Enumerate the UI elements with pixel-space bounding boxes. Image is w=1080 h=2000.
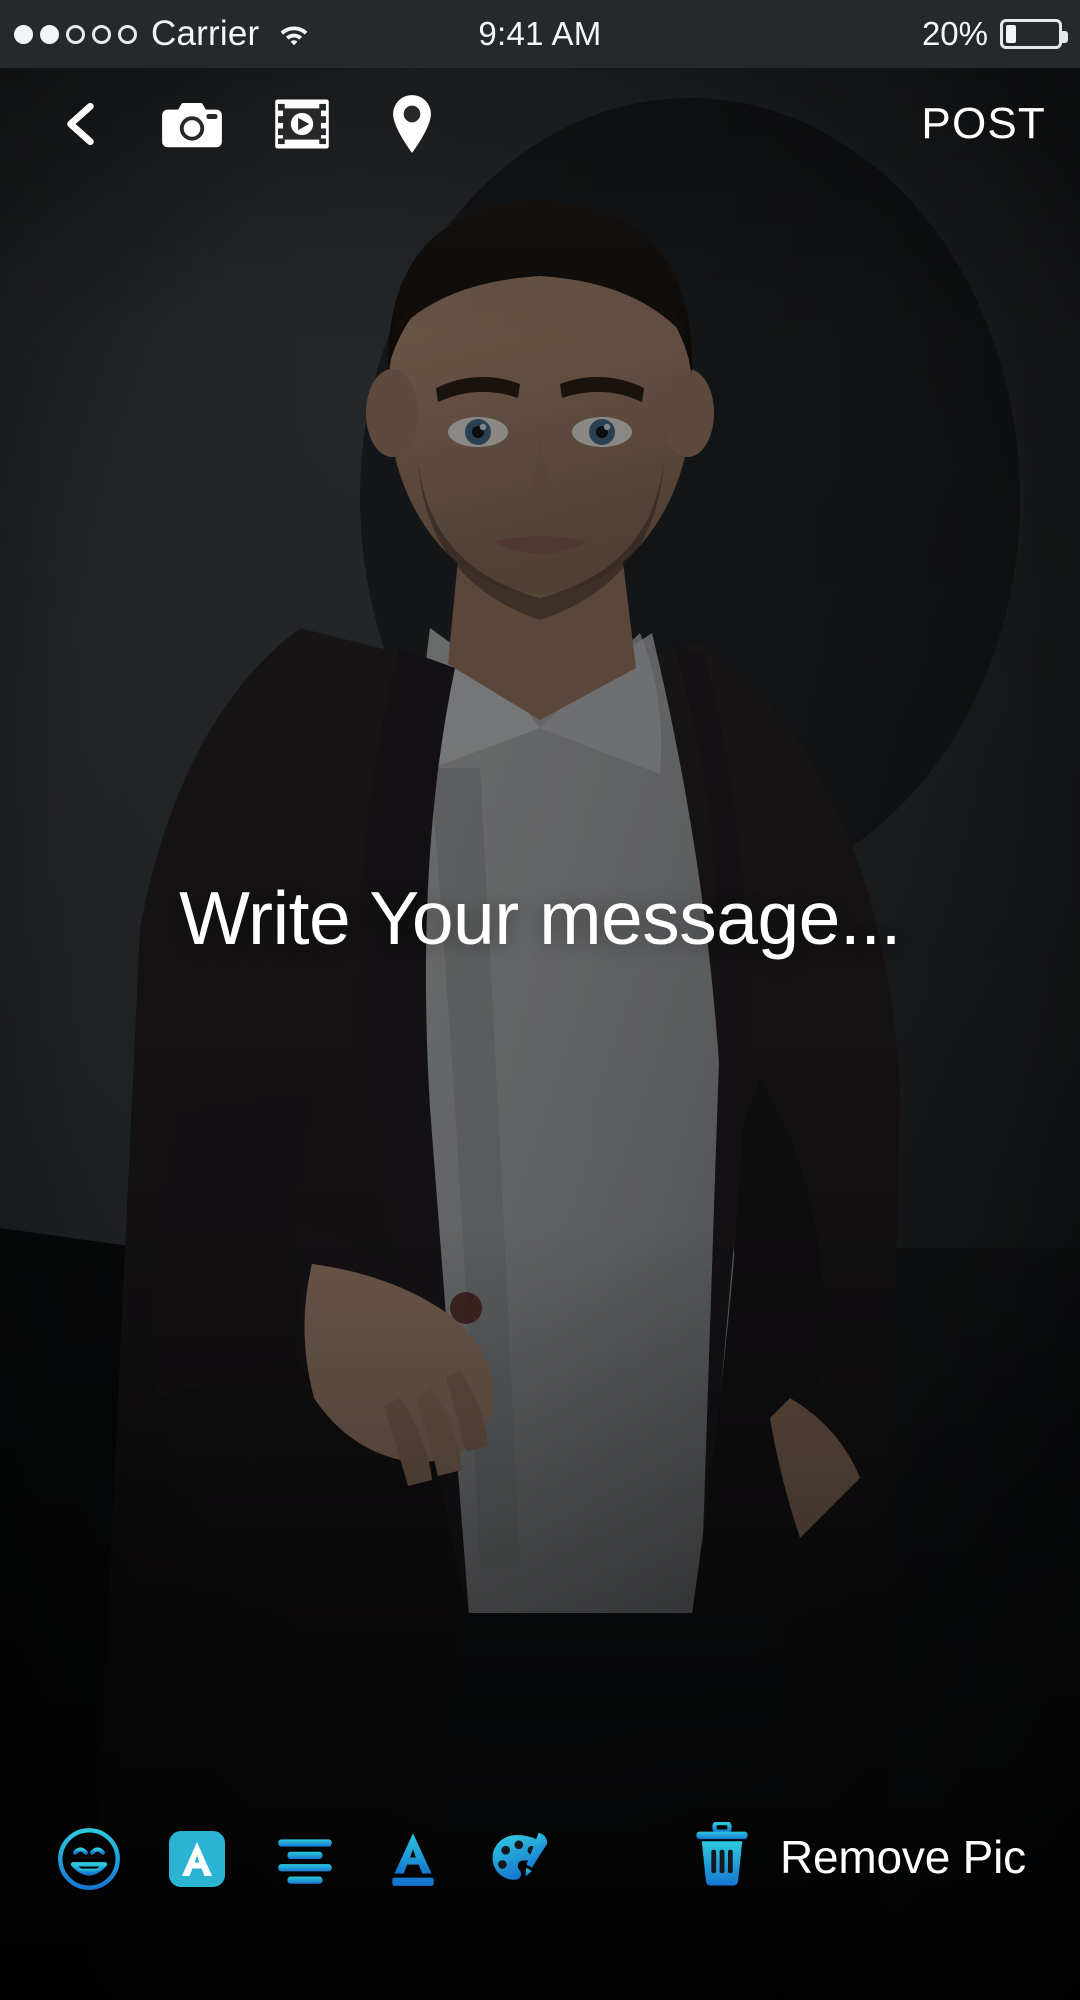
palette-icon[interactable] (484, 1822, 558, 1896)
remove-pic-label: Remove Pic (780, 1830, 1026, 1883)
back-chevron-icon[interactable] (46, 88, 118, 160)
status-bar: Carrier 9:41 AM 20% (0, 0, 1080, 68)
remove-pic-button[interactable]: Remove Pic (694, 1820, 1050, 1891)
top-toolbar: POST (0, 68, 1080, 180)
toolbar-icon-group (46, 88, 448, 160)
film-video-icon[interactable] (266, 88, 338, 160)
text-color-icon[interactable] (376, 1822, 450, 1896)
message-composer[interactable]: Write Your message... (0, 880, 1080, 957)
location-pin-icon[interactable] (376, 88, 448, 160)
emoji-icon[interactable] (52, 1822, 126, 1896)
app-screen: Carrier 9:41 AM 20% POST Write Your mess… (0, 0, 1080, 2000)
battery-icon (1000, 19, 1068, 49)
bottom-toolbar: Remove Pic (0, 1804, 1080, 2000)
clock-label: 9:41 AM (478, 15, 602, 52)
message-placeholder[interactable]: Write Your message... (170, 880, 910, 957)
selected-photo[interactable] (0, 68, 1080, 2000)
editing-tools-group (52, 1822, 558, 1896)
text-align-icon[interactable] (268, 1822, 342, 1896)
post-button[interactable]: POST (915, 93, 1052, 155)
trash-icon (694, 1820, 750, 1891)
font-style-icon[interactable] (160, 1822, 234, 1896)
camera-icon[interactable] (156, 88, 228, 160)
